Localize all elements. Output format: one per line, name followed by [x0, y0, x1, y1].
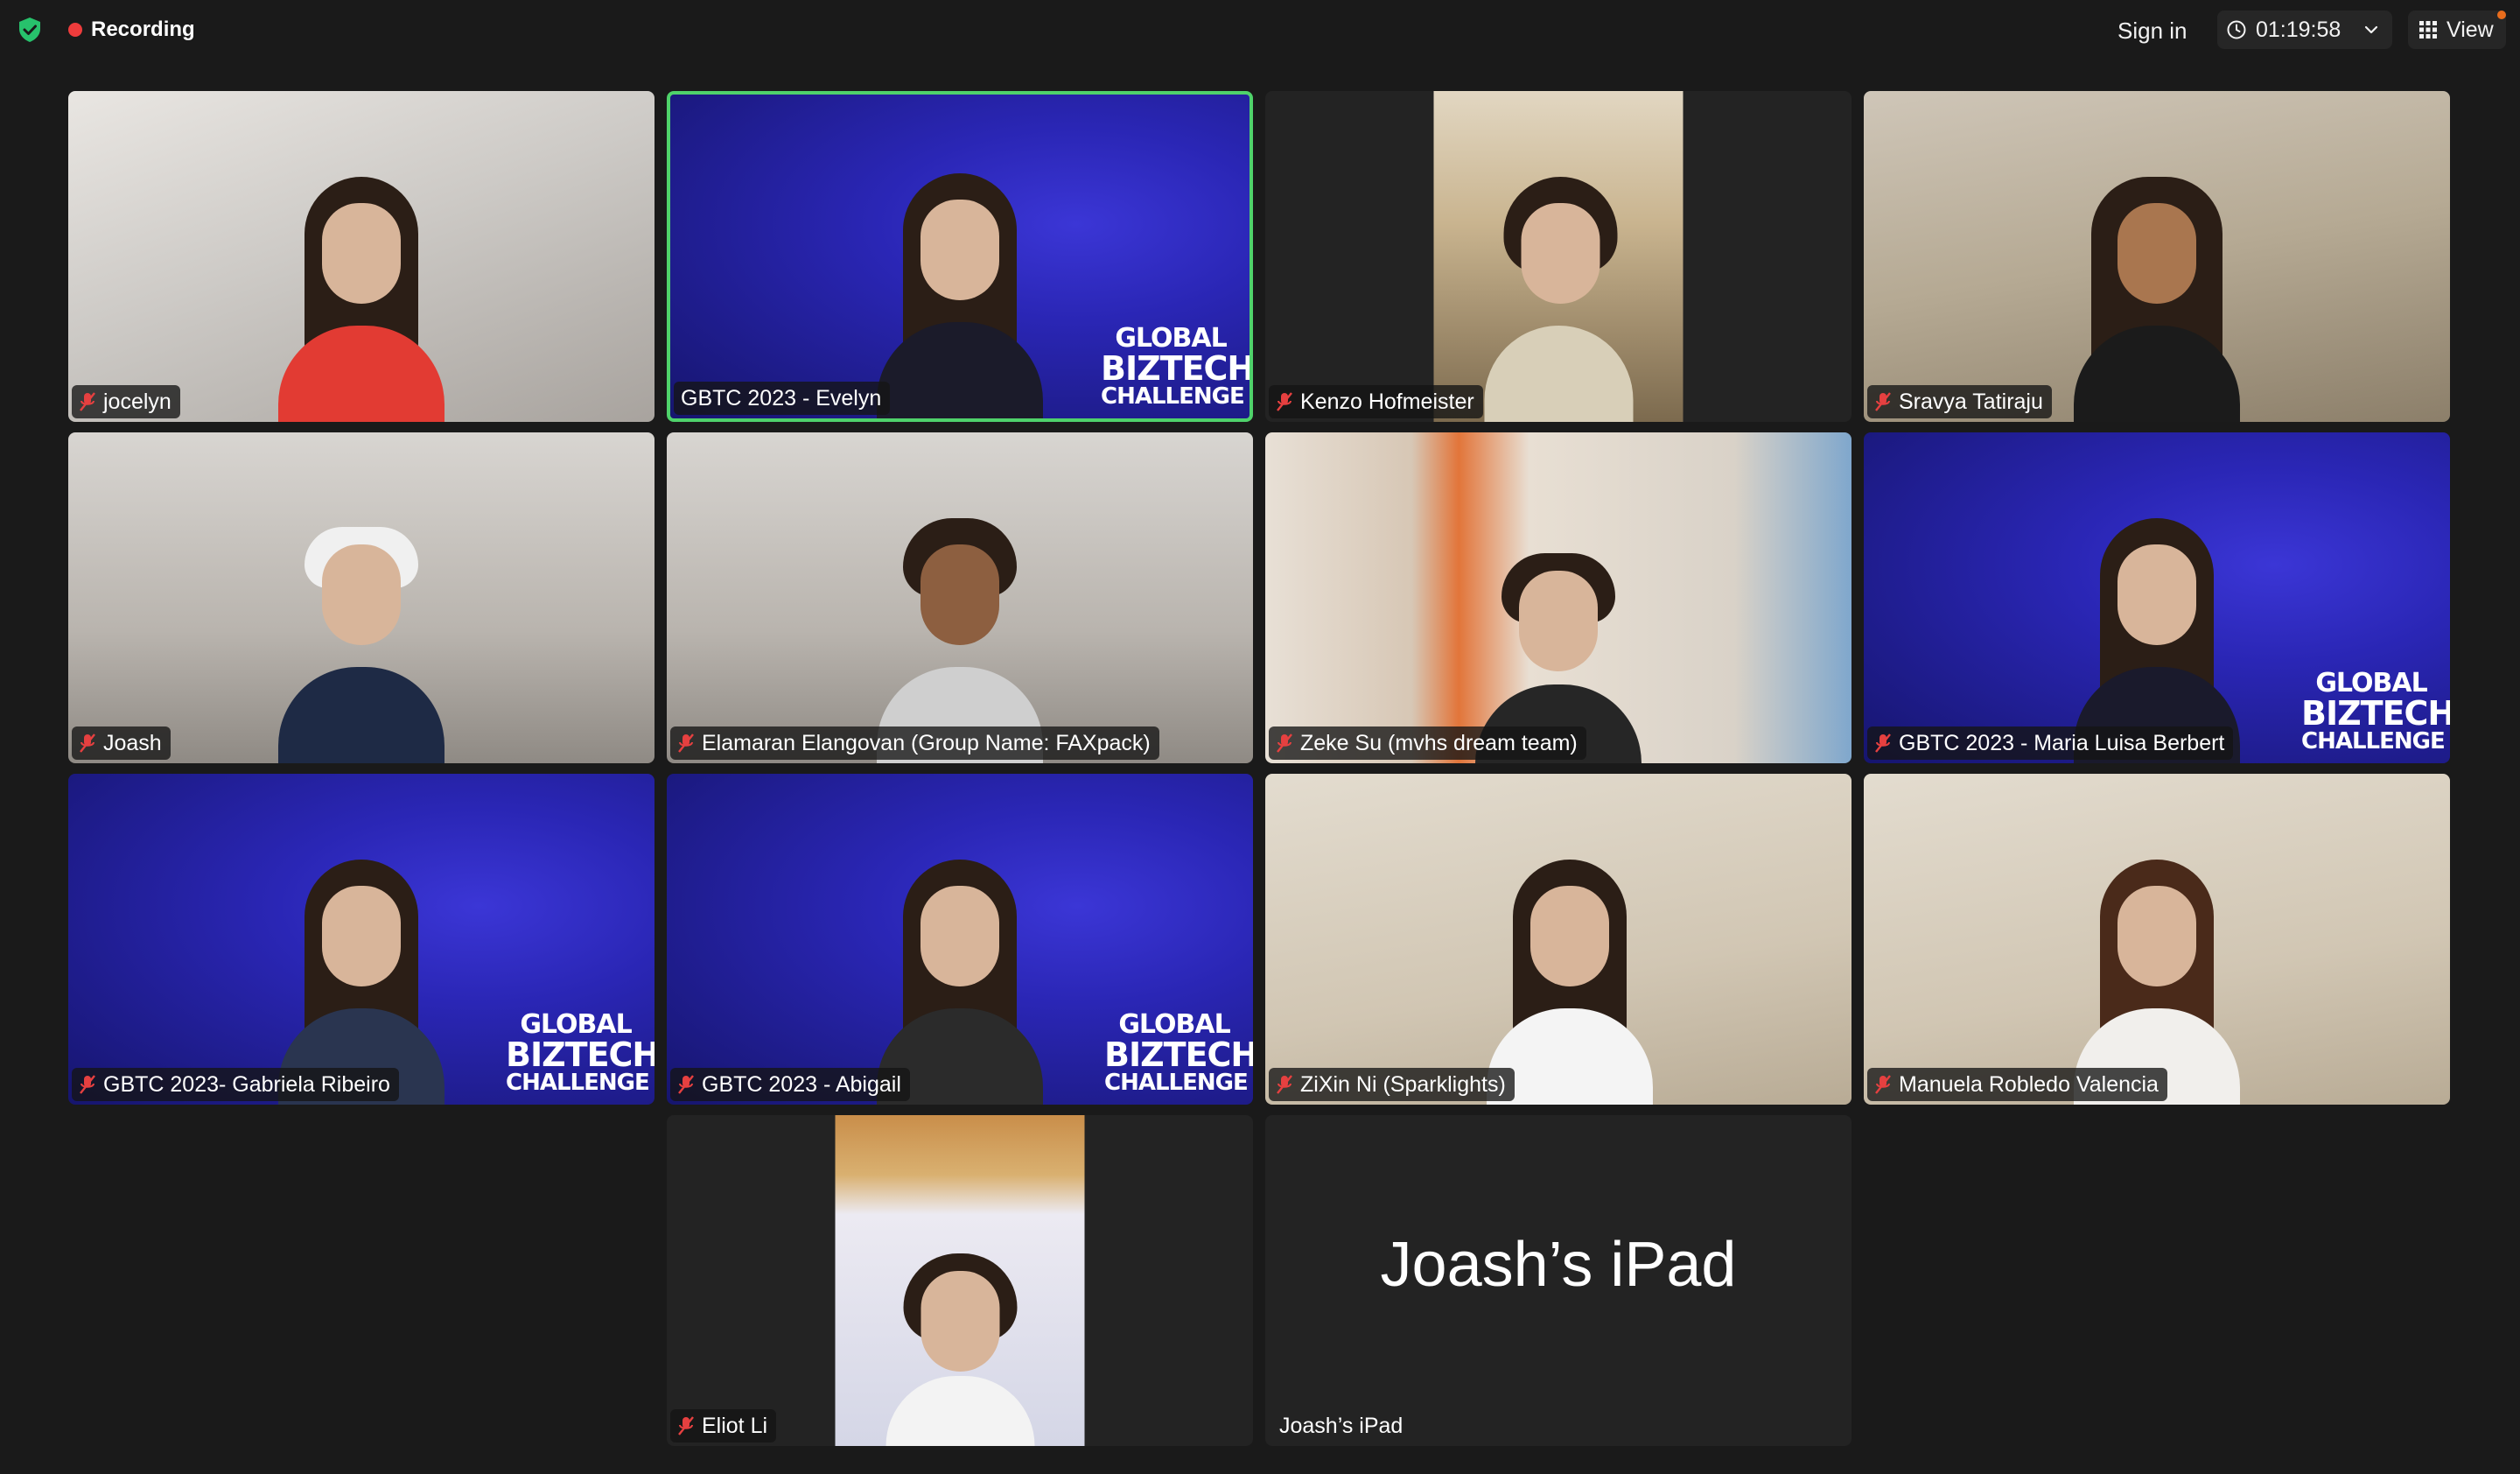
participant-name-tag: jocelyn [72, 385, 180, 418]
participant-name-tag: GBTC 2023 - Maria Luisa Berbert [1867, 726, 2234, 760]
mic-muted-icon [1277, 1075, 1292, 1094]
recording-dot-icon [68, 23, 82, 37]
participant-name: Zeke Su (mvhs dream team) [1300, 730, 1578, 755]
video-tile[interactable]: GLOBAL BIZTECH CHALLENGE GBTC 2023 - Abi… [667, 774, 1253, 1105]
video-tile[interactable]: Kenzo Hofmeister [1265, 91, 1852, 422]
participant-video [2074, 159, 2240, 422]
global-biztech-challenge-logo: GLOBAL BIZTECH CHALLENGE [1101, 323, 1253, 410]
video-tile[interactable]: Manuela Robledo Valencia [1864, 774, 2450, 1105]
participant-display-name: Joash’s iPad [1380, 1230, 1737, 1300]
participant-video [2074, 501, 2240, 763]
participant-video [1433, 91, 1684, 422]
mic-muted-icon [678, 1416, 694, 1435]
participant-name: Sravya Tatiraju [1899, 389, 2043, 414]
video-tile[interactable]: GLOBAL BIZTECH CHALLENGE GBTC 2023- Gabr… [68, 774, 654, 1105]
participant-name-tag: Zeke Su (mvhs dream team) [1269, 726, 1586, 760]
mic-muted-icon [1277, 392, 1292, 411]
mic-muted-icon [80, 392, 95, 411]
global-biztech-challenge-logo: GLOBAL BIZTECH CHALLENGE [2301, 668, 2450, 755]
mic-muted-icon [80, 733, 95, 753]
participant-name: Joash [103, 730, 162, 755]
participant-name: jocelyn [103, 389, 172, 414]
timer-value: 01:19:58 [2256, 17, 2342, 42]
participant-name: GBTC 2023 - Maria Luisa Berbert [1899, 730, 2225, 755]
clock-icon [2227, 20, 2246, 39]
participant-name-tag: Elamaran Elangovan (Group Name: FAXpack) [670, 726, 1159, 760]
mic-muted-icon [678, 733, 694, 753]
participant-name: ZiXin Ni (Sparklights) [1300, 1071, 1506, 1097]
mic-muted-icon [1875, 392, 1891, 411]
mic-muted-icon [1277, 733, 1292, 753]
participant-video [2074, 842, 2240, 1105]
participant-name: Joash’s iPad [1279, 1413, 1404, 1438]
video-tile-active-speaker[interactable]: GLOBAL BIZTECH CHALLENGE GBTC 2023 - Eve… [667, 91, 1253, 422]
view-button[interactable]: View [2408, 11, 2506, 49]
participant-name-tag: GBTC 2023 - Abigail [670, 1068, 910, 1101]
view-label: View [2446, 17, 2494, 42]
chevron-down-icon [2364, 25, 2378, 34]
participant-video [877, 842, 1043, 1105]
mic-muted-icon [1875, 1075, 1891, 1094]
participant-name-tag: Joash [72, 726, 171, 760]
participant-name-tag: Sravya Tatiraju [1867, 385, 2052, 418]
participant-name: Manuela Robledo Valencia [1899, 1071, 2159, 1097]
participant-name: GBTC 2023- Gabriela Ribeiro [103, 1071, 390, 1097]
video-tile[interactable]: GLOBAL BIZTECH CHALLENGE GBTC 2023 - Mar… [1864, 432, 2450, 763]
video-tile[interactable]: jocelyn [68, 91, 654, 422]
shield-check-icon[interactable] [16, 16, 44, 44]
meeting-top-bar: Recording Sign in 01:19:58 View [0, 0, 2520, 61]
mic-muted-icon [678, 1075, 694, 1094]
participant-video [835, 1115, 1085, 1446]
participant-video [278, 842, 444, 1105]
sign-in-button[interactable]: Sign in [2118, 14, 2188, 47]
recording-indicator[interactable]: Recording [68, 14, 195, 46]
global-biztech-challenge-logo: GLOBAL BIZTECH CHALLENGE [506, 1009, 654, 1096]
participant-name: Kenzo Hofmeister [1300, 389, 1474, 414]
participant-name: Eliot Li [702, 1413, 768, 1438]
video-tile[interactable]: Eliot Li [667, 1115, 1253, 1446]
video-tile-video-off[interactable]: Joash’s iPad Joash’s iPad [1265, 1115, 1852, 1446]
meeting-timer[interactable]: 01:19:58 [2217, 11, 2392, 49]
video-tile[interactable]: Sravya Tatiraju [1864, 91, 2450, 422]
participant-name-tag: GBTC 2023- Gabriela Ribeiro [72, 1068, 399, 1101]
video-tile[interactable]: Zeke Su (mvhs dream team) [1265, 432, 1852, 763]
participant-name: GBTC 2023 - Abigail [702, 1071, 901, 1097]
participant-video [1487, 842, 1654, 1105]
participant-name: GBTC 2023 - Evelyn [681, 385, 882, 411]
notification-badge [2497, 11, 2506, 19]
participant-name-tag: Kenzo Hofmeister [1269, 385, 1483, 418]
participant-name: Elamaran Elangovan (Group Name: FAXpack) [702, 730, 1151, 755]
participant-video [1475, 501, 1642, 763]
participant-video [278, 159, 444, 422]
mic-muted-icon [80, 1075, 95, 1094]
video-tile[interactable]: Elamaran Elangovan (Group Name: FAXpack) [667, 432, 1253, 763]
global-biztech-challenge-logo: GLOBAL BIZTECH CHALLENGE [1104, 1009, 1253, 1096]
participant-video [278, 501, 444, 763]
mic-muted-icon [1875, 733, 1891, 753]
grid-icon [2419, 21, 2437, 39]
participant-name-tag: ZiXin Ni (Sparklights) [1269, 1068, 1515, 1101]
video-tile[interactable]: ZiXin Ni (Sparklights) [1265, 774, 1852, 1105]
participant-name-tag: GBTC 2023 - Evelyn [674, 382, 891, 415]
participant-video [877, 156, 1043, 418]
participant-name-tag: Joash’s iPad [1269, 1409, 1411, 1442]
participant-name-tag: Eliot Li [670, 1409, 777, 1442]
participant-name-tag: Manuela Robledo Valencia [1867, 1068, 2167, 1101]
participant-video [877, 501, 1043, 763]
video-tile[interactable]: Joash [68, 432, 654, 763]
recording-label: Recording [91, 18, 195, 41]
